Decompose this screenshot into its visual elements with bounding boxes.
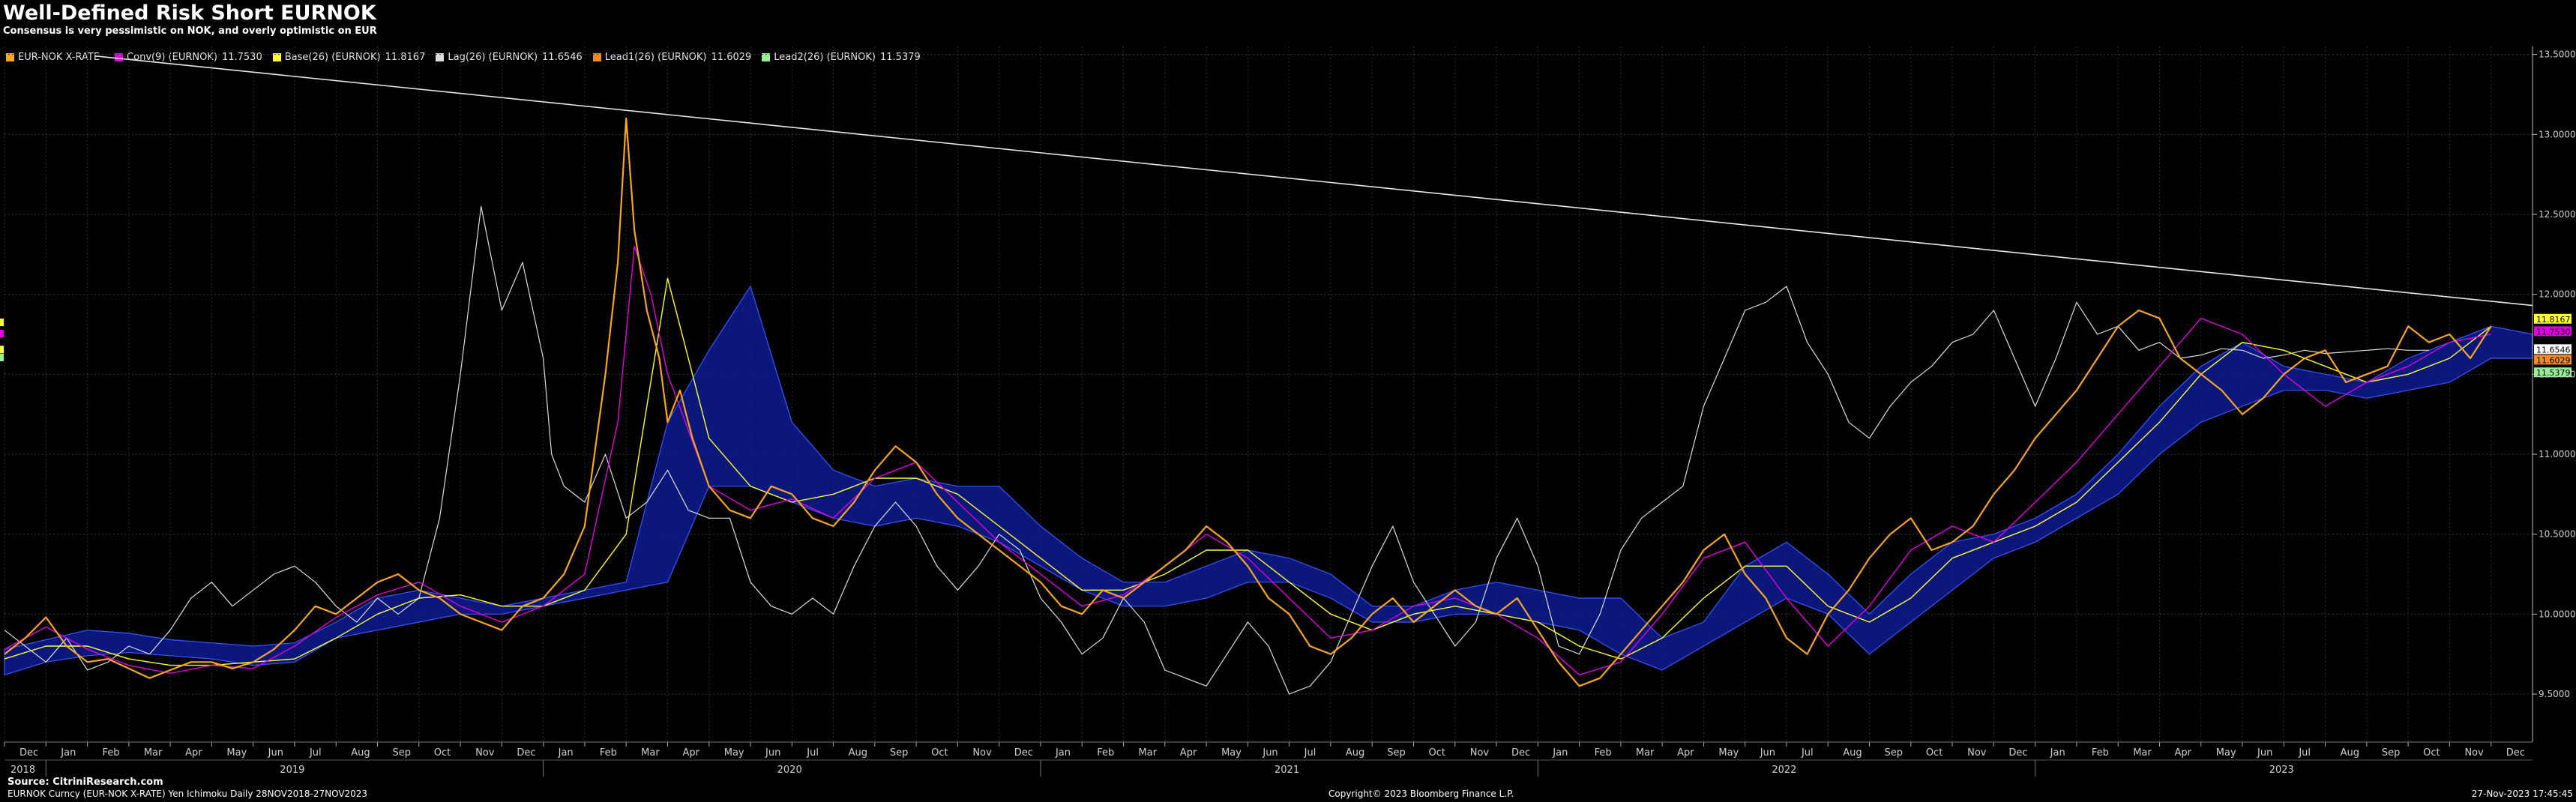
x-tick-label: May	[1718, 747, 1739, 759]
x-tick-label: Oct	[1428, 747, 1445, 759]
x-tick-label: Jun	[765, 747, 780, 759]
ticker-text: EURNOK Curncy (EUR-NOK X-RATE) Yen Ichim…	[7, 789, 368, 799]
x-tick-label: Mar	[144, 747, 163, 759]
x-tick-label: Jul	[806, 747, 819, 759]
value-marker-label: 11.8167	[2536, 315, 2571, 325]
x-tick-label: Jun	[1262, 747, 1278, 759]
x-tick-label: Aug	[2341, 747, 2359, 759]
y-tick-label: 10.5000	[2539, 529, 2576, 540]
x-tick-label: Feb	[2092, 747, 2109, 759]
x-tick-label: Nov	[475, 747, 495, 759]
left-marker-tab	[0, 319, 4, 327]
chart-plot: 9.500010.000010.500011.000011.500012.000…	[0, 46, 2576, 777]
x-tick-label: Sep	[1387, 747, 1406, 759]
x-tick-label: Sep	[2382, 747, 2401, 759]
left-marker-tab	[0, 354, 4, 361]
year-label: 2021	[1275, 765, 1299, 776]
y-tick-label: 9.5000	[2539, 689, 2570, 699]
x-tick-label: Jul	[1801, 747, 1814, 759]
x-tick-label: Nov	[972, 747, 992, 759]
trendline	[95, 55, 2533, 307]
value-marker-label: 11.6546	[2536, 345, 2571, 355]
x-tick-label: Dec	[1511, 747, 1530, 759]
x-tick-label: Mar	[2133, 747, 2152, 759]
x-tick-label: Feb	[600, 747, 617, 759]
x-tick-label: Nov	[2464, 747, 2484, 759]
x-tick-label: May	[1221, 747, 1242, 759]
value-marker-label: 11.6029	[2536, 355, 2571, 365]
x-tick-label: Sep	[890, 747, 909, 759]
x-tick-label: Feb	[103, 747, 120, 759]
x-tick-label: Jan	[1055, 747, 1071, 759]
left-marker-tab	[0, 330, 4, 337]
x-tick-label: Jul	[1304, 747, 1316, 759]
x-tick-label: Dec	[1014, 747, 1033, 759]
x-tick-label: Apr	[185, 747, 202, 759]
x-tick-label: Dec	[2506, 747, 2525, 759]
x-tick-label: Apr	[1180, 747, 1197, 759]
x-tick-label: Jun	[268, 747, 283, 759]
year-label: 2018	[10, 765, 35, 776]
x-tick-label: May	[724, 747, 744, 759]
x-tick-label: Jan	[60, 747, 76, 759]
value-marker-label: 11.7530	[2536, 327, 2571, 337]
year-label: 2019	[280, 765, 304, 776]
x-tick-label: Nov	[1470, 747, 1490, 759]
y-tick-label: 11.0000	[2539, 449, 2576, 459]
x-tick-label: Mar	[1139, 747, 1158, 759]
x-tick-label: May	[2216, 747, 2236, 759]
x-tick-label: Nov	[1967, 747, 1987, 759]
x-tick-label: Jan	[1552, 747, 1568, 759]
copyright-text: Copyright© 2023 Bloomberg Finance L.P.	[1328, 789, 1514, 799]
y-tick-label: 13.0000	[2539, 129, 2576, 139]
x-tick-label: May	[226, 747, 247, 759]
year-label: 2023	[2269, 765, 2294, 776]
x-tick-label: Mar	[1636, 747, 1655, 759]
x-tick-label: Apr	[1677, 747, 1694, 759]
x-tick-label: Dec	[2008, 747, 2027, 759]
timestamp-text: 27-Nov-2023 17:45:45	[2471, 789, 2573, 799]
y-tick-label: 13.5000	[2539, 49, 2576, 60]
y-tick-label: 10.0000	[2539, 609, 2576, 619]
year-label: 2020	[777, 765, 802, 776]
x-tick-label: Oct	[931, 747, 948, 759]
x-tick-label: Mar	[641, 747, 660, 759]
y-tick-label: 12.5000	[2539, 209, 2576, 220]
x-tick-label: Oct	[1926, 747, 1942, 759]
year-label: 2022	[1772, 765, 1796, 776]
x-tick-label: Feb	[1097, 747, 1114, 759]
x-tick-label: Aug	[1843, 747, 1862, 759]
value-marker-label: 11.5379	[2536, 368, 2571, 378]
x-tick-label: Jan	[2050, 747, 2065, 759]
x-tick-label: Oct	[434, 747, 451, 759]
x-tick-label: Sep	[1885, 747, 1904, 759]
x-tick-label: Dec	[19, 747, 38, 759]
left-marker-tab	[0, 346, 4, 354]
x-tick-label: Jan	[558, 747, 574, 759]
x-tick-label: Apr	[682, 747, 699, 759]
source-text: Source: CitriniResearch.com	[7, 777, 163, 788]
x-tick-label: Aug	[1346, 747, 1364, 759]
x-tick-label: Apr	[2174, 747, 2191, 759]
y-tick-label: 12.0000	[2539, 289, 2576, 300]
x-tick-label: Aug	[351, 747, 370, 759]
x-tick-label: Jun	[1760, 747, 1775, 759]
x-tick-label: Aug	[849, 747, 867, 759]
x-tick-label: Dec	[517, 747, 535, 759]
x-tick-label: Feb	[1595, 747, 1612, 759]
x-tick-label: Jul	[309, 747, 322, 759]
x-tick-label: Jul	[2298, 747, 2311, 759]
x-tick-label: Oct	[2423, 747, 2440, 759]
x-tick-label: Jun	[2257, 747, 2272, 759]
x-tick-label: Sep	[393, 747, 412, 759]
